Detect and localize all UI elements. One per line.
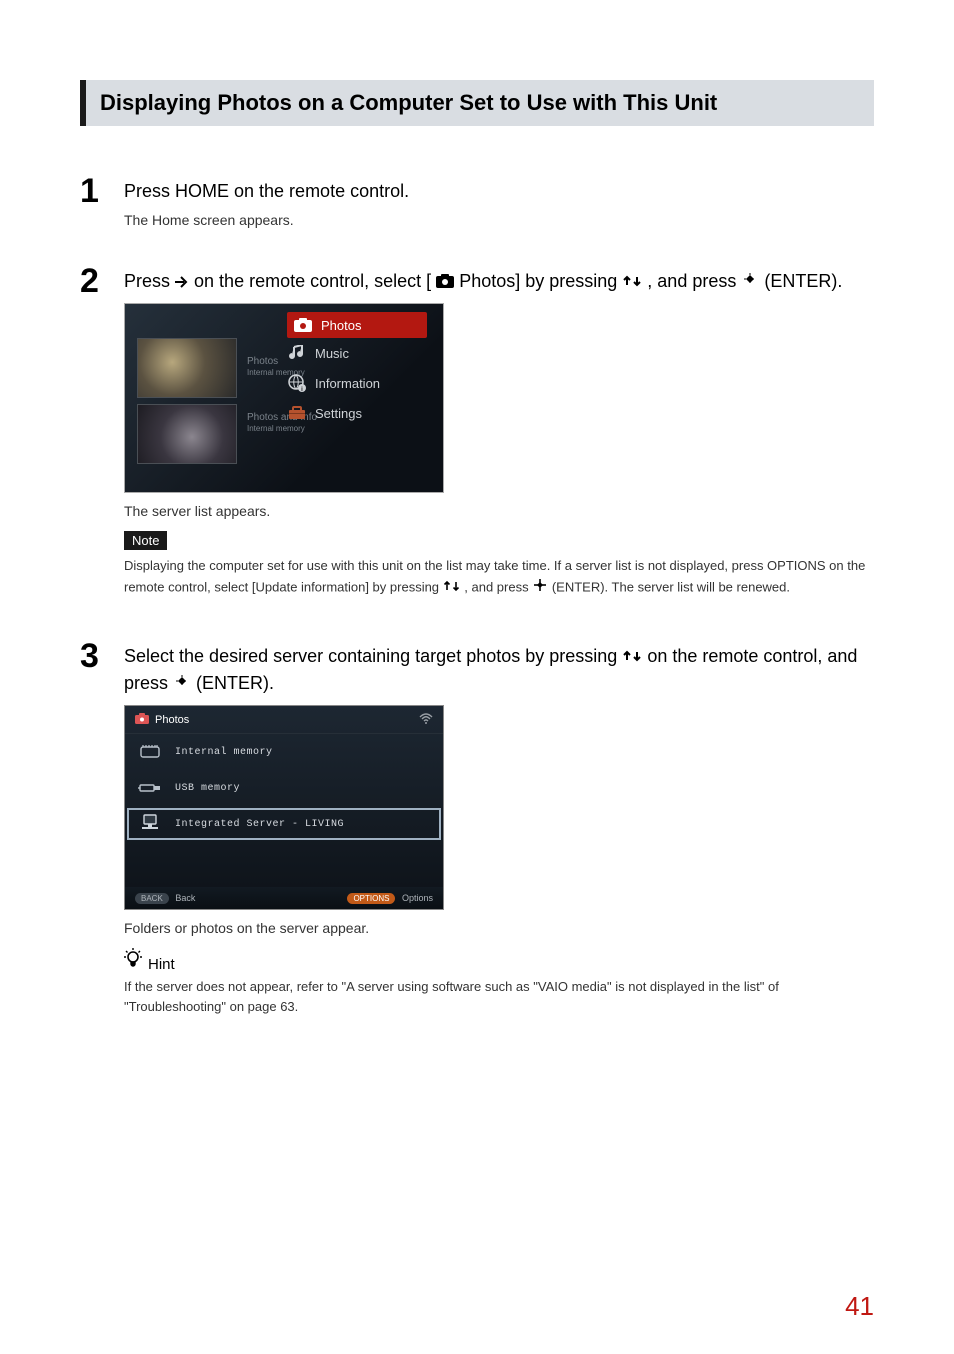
menu-item-photos: Photos (287, 312, 427, 338)
server-label: Integrated Server - LIVING (175, 819, 344, 830)
menu-label: Information (315, 376, 380, 391)
text-fragment: , and press (647, 271, 741, 291)
section-heading: Displaying Photos on a Computer Set to U… (80, 80, 874, 126)
hint-text: If the server does not appear, refer to … (124, 977, 874, 1017)
page: Displaying Photos on a Computer Set to U… (0, 0, 954, 1354)
arrow-up-down-icon (622, 269, 642, 295)
menu-item-settings: Settings (287, 398, 427, 428)
text-fragment: Select the desired server containing tar… (124, 646, 622, 666)
step-body: Press HOME on the remote control. The Ho… (124, 174, 874, 240)
enter-icon (532, 577, 548, 599)
text-fragment: (ENTER). The server list will be renewed… (552, 579, 790, 594)
thumbnail-image (137, 404, 237, 464)
enter-icon (741, 269, 759, 295)
thumbnail-column (133, 334, 241, 464)
step-body: Select the desired server containing tar… (124, 639, 874, 1034)
menu-label: Music (315, 346, 349, 361)
menu-item-information: i Information (287, 368, 427, 398)
text-fragment: (ENTER). (196, 673, 274, 693)
footer-options: OPTIONS Options (347, 893, 433, 903)
step-3: 3 Select the desired server containing t… (80, 639, 874, 1034)
thumbnail-image (137, 338, 237, 398)
camera-icon (135, 713, 149, 727)
hint-label: Hint (148, 956, 175, 973)
usb-icon (137, 777, 163, 799)
step-number: 1 (80, 174, 124, 240)
hint-heading: Hint (124, 948, 874, 973)
toolbox-icon (287, 404, 307, 422)
step-instruction: Press HOME on the remote control. (124, 178, 874, 204)
screenshot-footer: BACK Back OPTIONS Options (125, 887, 443, 909)
back-pill: BACK (135, 893, 169, 904)
lightbulb-icon (124, 948, 142, 973)
step-2: 2 Press on the remote control, select [ … (80, 264, 874, 615)
server-icon (137, 813, 163, 835)
screenshot-title: Photos (155, 714, 189, 726)
steps-list: 1 Press HOME on the remote control. The … (80, 174, 874, 1034)
arrow-up-down-icon (443, 578, 461, 598)
server-row-selected: Integrated Server - LIVING (125, 806, 443, 842)
step-caption: Folders or photos on the server appear. (124, 920, 874, 936)
server-label: Internal memory (175, 747, 273, 758)
arrow-up-down-icon (622, 644, 642, 670)
step-number: 2 (80, 264, 124, 615)
step-number: 3 (80, 639, 124, 1034)
step-1: 1 Press HOME on the remote control. The … (80, 174, 874, 240)
step-instruction: Select the desired server containing tar… (124, 643, 874, 698)
options-pill: OPTIONS (347, 893, 395, 904)
step-subtext: The Home screen appears. (124, 212, 874, 228)
menu-item-music: Music (287, 338, 427, 368)
server-row-usb: USB memory (125, 770, 443, 806)
page-number: 41 (845, 1291, 874, 1322)
screenshot-header: Photos (125, 706, 443, 734)
camera-icon (293, 316, 313, 334)
note-badge: Note (124, 531, 167, 550)
menu-label: Settings (315, 406, 362, 421)
enter-icon (173, 671, 191, 697)
server-label: USB memory (175, 783, 240, 794)
label: Photos (247, 356, 278, 367)
memory-icon (137, 741, 163, 763)
server-list-screenshot: Photos Internal memory (124, 705, 444, 910)
arrow-right-icon (175, 269, 189, 295)
step-body: Press on the remote control, select [ Ph… (124, 264, 874, 615)
step-caption: The server list appears. (124, 503, 874, 519)
server-row-internal: Internal memory (125, 734, 443, 770)
wifi-icon (419, 712, 433, 727)
text-fragment: Press (124, 271, 175, 291)
music-icon (287, 344, 307, 362)
home-menu-screenshot: Photos Internal memory Photos and Info I… (124, 303, 444, 493)
menu-label: Photos (321, 318, 361, 333)
menu-items: Photos Music i Information (287, 312, 427, 428)
camera-icon (436, 269, 454, 295)
text-fragment: , and press (464, 579, 532, 594)
text-fragment: Photos] by pressing (459, 271, 622, 291)
back-label: Back (175, 893, 195, 903)
step-instruction: Press on the remote control, select [ Ph… (124, 268, 874, 295)
note-text: Displaying the computer set for use with… (124, 556, 874, 598)
globe-info-icon: i (287, 374, 307, 392)
options-label: Options (402, 893, 433, 903)
text-fragment: (ENTER). (764, 271, 842, 291)
footer-back: BACK Back (135, 893, 195, 903)
text-fragment: on the remote control, select [ (194, 271, 431, 291)
